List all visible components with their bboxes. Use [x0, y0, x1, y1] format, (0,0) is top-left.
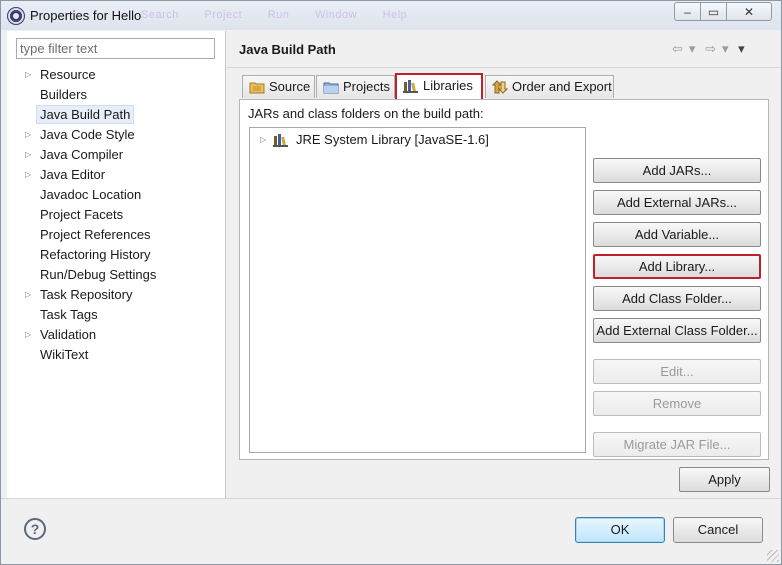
resize-grip-icon[interactable]: [767, 550, 779, 562]
nav-item-label: Resource: [40, 67, 96, 82]
source-folder-icon: [249, 82, 265, 94]
remove-button[interactable]: Remove: [593, 391, 761, 416]
expand-arrow-icon[interactable]: ▷: [260, 131, 266, 149]
nav-item-label: Java Build Path: [36, 105, 135, 124]
tab-libraries[interactable]: Libraries: [395, 73, 483, 99]
help-icon[interactable]: ?: [24, 518, 46, 540]
tree-item-jre-system-library[interactable]: ▷ JRE System Library [JavaSE-1.6]: [260, 131, 489, 149]
expand-arrow-icon[interactable]: ▷: [25, 145, 31, 165]
page-title: Java Build Path: [239, 42, 336, 57]
cancel-button[interactable]: Cancel: [673, 517, 763, 543]
nav-item-label: Project References: [40, 227, 151, 242]
add-variable-button[interactable]: Add Variable...: [593, 222, 761, 247]
add-class-folder-button[interactable]: Add Class Folder...: [593, 286, 761, 311]
migrate-jar-file-button[interactable]: Migrate JAR File...: [593, 432, 761, 457]
nav-item-label: Builders: [40, 87, 87, 102]
library-icon: [403, 80, 418, 93]
nav-item-label: Refactoring History: [40, 247, 151, 262]
property-nav-list: ▷ Resource Builders Java Build Path ▷ Java…: [7, 65, 226, 365]
tab-label: Projects: [343, 79, 390, 94]
tab-order-and-export[interactable]: Order and Export: [485, 75, 614, 98]
nav-item-label: WikiText: [40, 347, 89, 362]
nav-item-label: Java Editor: [40, 167, 106, 182]
library-tree[interactable]: ▷ JRE System Library [JavaSE-1.6]: [249, 127, 586, 453]
minimize-icon: –: [684, 4, 691, 19]
nav-item-label: Java Code Style: [40, 127, 135, 142]
ok-button[interactable]: OK: [575, 517, 665, 543]
tab-label: Source: [269, 79, 311, 94]
expand-arrow-icon[interactable]: ▷: [25, 325, 31, 345]
edit-button[interactable]: Edit...: [593, 359, 761, 384]
tab-label: Libraries: [423, 78, 473, 93]
background-menu-ghost: Search Project Run Window Help: [141, 9, 429, 21]
library-icon: [273, 134, 288, 147]
libraries-tab-content: JARs and class folders on the build path…: [239, 99, 769, 460]
add-external-class-folder-button[interactable]: Add External Class Folder...: [593, 318, 761, 343]
tab-label: Order and Export: [512, 79, 612, 94]
nav-item-task-tags[interactable]: Task Tags: [7, 305, 226, 325]
header-divider: [227, 67, 781, 68]
nav-item-builders[interactable]: Builders: [7, 85, 226, 105]
add-external-jars-button[interactable]: Add External JARs...: [593, 190, 761, 215]
expand-arrow-icon[interactable]: ▷: [25, 165, 31, 185]
nav-item-label: Validation: [40, 327, 97, 342]
maximize-button[interactable]: ▭: [700, 2, 727, 21]
nav-item-label: Task Tags: [40, 307, 98, 322]
nav-item-java-compiler[interactable]: ▷ Java Compiler: [7, 145, 226, 165]
nav-item-label: Task Repository: [40, 287, 133, 302]
add-jars-button[interactable]: Add JARs...: [593, 158, 761, 183]
nav-item-java-editor[interactable]: ▷ Java Editor: [7, 165, 226, 185]
view-menu-chevron-icon[interactable]: ▾: [738, 41, 745, 56]
properties-dialog: Properties for Hello Search Project Run …: [0, 0, 782, 565]
build-path-label: JARs and class folders on the build path…: [248, 106, 484, 121]
forward-menu-chevron-icon[interactable]: ▾: [722, 41, 729, 56]
filter-input[interactable]: [16, 38, 215, 59]
footer-divider: [1, 498, 781, 499]
tree-item-label: JRE System Library [JavaSE-1.6]: [296, 132, 489, 147]
nav-item-java-build-path[interactable]: Java Build Path: [7, 105, 226, 125]
nav-item-refactoring-history[interactable]: Refactoring History: [7, 245, 226, 265]
history-nav: ⇦ ▾ ⇨ ▾ ▾: [672, 41, 751, 57]
order-export-icon: [492, 80, 508, 94]
window-title: Properties for Hello: [30, 8, 142, 23]
ghost-menu-item: Search: [141, 9, 179, 21]
nav-item-resource[interactable]: ▷ Resource: [7, 65, 226, 85]
project-folder-icon: [323, 82, 339, 94]
forward-arrow-icon[interactable]: ⇨: [705, 41, 716, 56]
back-arrow-icon[interactable]: ⇦: [672, 41, 683, 56]
nav-item-project-facets[interactable]: Project Facets: [7, 205, 226, 225]
nav-item-task-repository[interactable]: ▷ Task Repository: [7, 285, 226, 305]
minimize-button[interactable]: –: [674, 2, 701, 21]
nav-item-javadoc-location[interactable]: Javadoc Location: [7, 185, 226, 205]
tab-source[interactable]: Source: [242, 75, 315, 98]
nav-item-run-debug-settings[interactable]: Run/Debug Settings: [7, 265, 226, 285]
property-page-tree: ▷ Resource Builders Java Build Path ▷ Java…: [7, 31, 226, 498]
java-build-path-page: Java Build Path ⇦ ▾ ⇨ ▾ ▾ Source Projects …: [227, 31, 781, 498]
title-bar[interactable]: Properties for Hello Search Project Run …: [1, 1, 781, 30]
expand-arrow-icon[interactable]: ▷: [25, 285, 31, 305]
apply-button[interactable]: Apply: [679, 467, 770, 492]
expand-arrow-icon[interactable]: ▷: [25, 65, 31, 85]
nav-item-label: Project Facets: [40, 207, 124, 222]
nav-item-project-references[interactable]: Project References: [7, 225, 226, 245]
back-menu-chevron-icon[interactable]: ▾: [689, 41, 696, 56]
nav-item-label: Run/Debug Settings: [40, 267, 157, 282]
maximize-icon: ▭: [707, 4, 720, 19]
nav-item-label: Java Compiler: [40, 147, 124, 162]
ghost-menu-item: Run: [267, 9, 290, 21]
ghost-menu-item: Window: [314, 9, 358, 21]
eclipse-icon: [8, 8, 24, 24]
nav-item-validation[interactable]: ▷ Validation: [7, 325, 226, 345]
ghost-menu-item: Project: [204, 9, 243, 21]
nav-item-wikitext[interactable]: WikiText: [7, 345, 226, 365]
expand-arrow-icon[interactable]: ▷: [25, 125, 31, 145]
ghost-menu-item: Help: [382, 9, 408, 21]
close-icon: ✕: [743, 4, 755, 19]
add-library-button[interactable]: Add Library...: [593, 254, 761, 279]
close-button[interactable]: ✕: [726, 2, 772, 21]
nav-item-label: Javadoc Location: [40, 187, 142, 202]
tab-projects[interactable]: Projects: [316, 75, 395, 98]
nav-item-java-code-style[interactable]: ▷ Java Code Style: [7, 125, 226, 145]
